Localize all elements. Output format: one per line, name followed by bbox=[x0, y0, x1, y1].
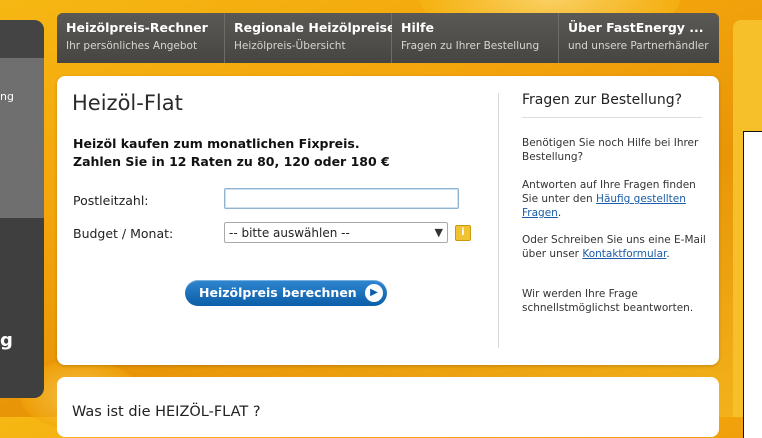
arrow-right-icon: ▶ bbox=[365, 284, 383, 302]
nav-item-ueber-fastenergy[interactable]: Über FastEnergy ... und unsere Partnerhä… bbox=[559, 13, 719, 63]
postleitzahl-input[interactable] bbox=[224, 188, 459, 209]
nav-item-subtitle: Heizölpreis-Übersicht bbox=[234, 40, 346, 52]
info-card: Was ist die HEIZÖL-FLAT ? bbox=[57, 377, 719, 437]
page-title: Heizöl-Flat bbox=[72, 91, 183, 115]
nav-item-title: Hilfe bbox=[401, 20, 434, 35]
nav-item-subtitle: und unsere Partnerhändler bbox=[568, 40, 709, 52]
left-side-panel: ng g bbox=[0, 20, 44, 398]
left-panel-label: ng bbox=[0, 90, 14, 103]
intro-line: Zahlen Sie in 12 Raten zu 80, 120 oder 1… bbox=[73, 154, 390, 169]
faq-text-end: . bbox=[557, 207, 562, 219]
budget-label: Budget / Monat: bbox=[73, 226, 174, 241]
nav-item-regionale-heizoelpreise[interactable]: Regionale Heizölpreise Heizölpreis-Übers… bbox=[225, 13, 396, 63]
right-side-panel bbox=[733, 20, 762, 438]
left-panel-glyph: g bbox=[0, 330, 13, 351]
budget-select[interactable]: -- bitte auswählen -- ▼ bbox=[224, 222, 448, 243]
sidebar-contact-text: Oder Schreiben Sie uns eine E-Mail über … bbox=[522, 233, 712, 261]
nav-item-hilfe[interactable]: Hilfe Fragen zu Ihrer Bestellung bbox=[392, 13, 559, 63]
sidebar-help-text: Benötigen Sie noch Hilfe bei Ihrer Beste… bbox=[522, 137, 699, 163]
right-panel-content bbox=[743, 131, 762, 438]
chevron-down-icon: ▼ bbox=[434, 226, 443, 239]
nav-item-heizoelpreis-rechner[interactable]: Heizölpreis-Rechner Ihr persönliches Ang… bbox=[57, 13, 225, 63]
intro-line: Heizöl kaufen zum monatlichen Fixpreis. bbox=[73, 136, 360, 151]
sidebar-title: Fragen zur Bestellung? bbox=[522, 92, 683, 108]
nav-item-title: Heizölpreis-Rechner bbox=[66, 20, 208, 35]
postleitzahl-label: Postleitzahl: bbox=[73, 193, 149, 208]
calculate-button-label: Heizölpreis berechnen bbox=[199, 285, 357, 300]
contact-text-end: . bbox=[666, 248, 670, 260]
top-navigation: Heizölpreis-Rechner Ihr persönliches Ang… bbox=[57, 13, 719, 63]
sidebar-response-text: Wir werden Ihre Frage schnellstmöglichst… bbox=[522, 288, 694, 314]
vertical-divider bbox=[498, 93, 499, 348]
left-panel-menu-item[interactable]: ng bbox=[0, 58, 44, 218]
nav-item-subtitle: Ihr persönliches Angebot bbox=[66, 40, 198, 52]
nav-item-title: Regionale Heizölpreise bbox=[234, 20, 396, 35]
budget-select-value: -- bitte auswählen -- bbox=[229, 225, 350, 240]
nav-item-subtitle: Fragen zu Ihrer Bestellung bbox=[401, 40, 540, 52]
nav-item-title: Über FastEnergy ... bbox=[568, 20, 704, 35]
contact-form-link[interactable]: Kontaktformular bbox=[582, 248, 666, 260]
section-heading: Was ist die HEIZÖL-FLAT ? bbox=[72, 404, 261, 420]
heizoel-flat-card: Heizöl-Flat Heizöl kaufen zum monatliche… bbox=[57, 76, 719, 365]
info-icon[interactable]: i bbox=[455, 225, 471, 241]
sidebar-faq-text: Antworten auf Ihre Fragen finden Sie unt… bbox=[522, 178, 712, 220]
calculate-price-button[interactable]: Heizölpreis berechnen ▶ bbox=[185, 280, 387, 306]
intro-text: Heizöl kaufen zum monatlichen Fixpreis. … bbox=[73, 135, 493, 171]
sidebar-divider bbox=[522, 117, 702, 118]
left-panel-top bbox=[0, 20, 44, 58]
